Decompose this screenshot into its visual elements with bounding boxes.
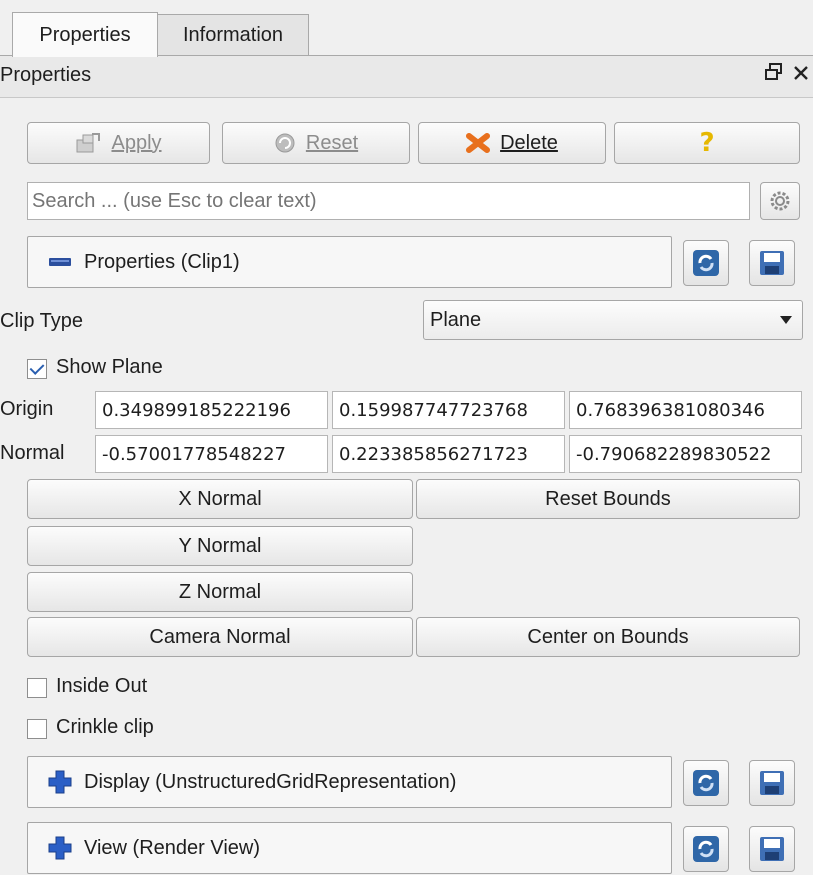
normal-x-field[interactable]: -0.57001778548227	[95, 435, 328, 473]
normal-label: Normal	[0, 442, 65, 464]
origin-label: Origin	[0, 398, 54, 420]
normal-y-field[interactable]: 0.223385856271723	[332, 435, 565, 473]
view-restore-defaults-button[interactable]	[683, 826, 729, 872]
tab-properties[interactable]: Properties	[12, 12, 158, 57]
crinkle-clip-label: Crinkle clip	[56, 716, 154, 738]
dock-title: Properties	[0, 64, 92, 86]
normal-z-field[interactable]: -0.790682289830522	[569, 435, 802, 473]
crinkle-clip-checkbox[interactable]	[27, 719, 47, 739]
inside-out-checkbox[interactable]	[27, 678, 47, 698]
origin-y-field[interactable]: 0.159987747723768	[332, 391, 565, 429]
properties-save-defaults-button[interactable]	[749, 240, 795, 286]
save-icon	[758, 769, 786, 797]
apply-icon	[75, 132, 101, 154]
display-section-title: Display (UnstructuredGridRepresentation)	[84, 770, 457, 793]
delete-icon	[466, 132, 491, 154]
delete-label: Delete	[500, 131, 558, 154]
display-save-defaults-button[interactable]	[749, 760, 795, 806]
display-restore-defaults-button[interactable]	[683, 760, 729, 806]
tab-information[interactable]: Information	[157, 14, 309, 56]
reset-icon	[274, 132, 296, 154]
view-section-header[interactable]: View (Render View)	[27, 822, 672, 874]
help-icon: ?	[699, 128, 715, 158]
reset-label: Reset	[305, 131, 359, 154]
refresh-icon	[691, 768, 721, 798]
expand-plus-icon	[48, 836, 72, 860]
show-plane-checkbox[interactable]	[27, 359, 47, 379]
properties-restore-defaults-button[interactable]	[683, 240, 729, 286]
origin-x-field[interactable]: 0.349899185222196	[95, 391, 328, 429]
gear-icon	[768, 189, 792, 213]
tab-bar: Properties Information	[0, 0, 813, 57]
center-on-bounds-button[interactable]: Center on Bounds	[416, 617, 800, 657]
camera-normal-button[interactable]: Camera Normal	[27, 617, 413, 657]
display-section-header[interactable]: Display (UnstructuredGridRepresentation)	[27, 756, 672, 808]
refresh-icon	[691, 834, 721, 864]
float-icon[interactable]	[765, 62, 783, 88]
refresh-icon	[691, 248, 721, 278]
clip-type-dropdown[interactable]: Plane	[423, 300, 803, 340]
apply-button[interactable]: Apply	[27, 122, 210, 164]
view-section-title: View (Render View)	[84, 836, 261, 859]
z-normal-button[interactable]: Z Normal	[27, 572, 413, 612]
help-button[interactable]: ?	[614, 122, 800, 164]
clip-type-label: Clip Type	[0, 310, 84, 332]
save-icon	[758, 835, 786, 863]
view-save-defaults-button[interactable]	[749, 826, 795, 872]
expand-plus-icon	[48, 770, 72, 794]
x-normal-button[interactable]: X Normal	[27, 479, 413, 519]
reset-button[interactable]: Reset	[222, 122, 410, 164]
delete-button[interactable]: Delete	[418, 122, 606, 164]
search-input[interactable]	[27, 182, 750, 220]
reset-bounds-button[interactable]: Reset Bounds	[416, 479, 800, 519]
clip-type-value: Plane	[430, 308, 482, 331]
collapse-minus-icon	[48, 257, 72, 267]
save-icon	[758, 249, 786, 277]
properties-section-header[interactable]: Properties (Clip1)	[27, 236, 672, 288]
chevron-down-icon	[780, 316, 792, 324]
close-icon[interactable]	[793, 62, 809, 88]
dock-header: Properties	[0, 56, 813, 98]
y-normal-button[interactable]: Y Normal	[27, 526, 413, 566]
origin-z-field[interactable]: 0.768396381080346	[569, 391, 802, 429]
properties-section-title: Properties (Clip1)	[84, 250, 240, 273]
apply-label: Apply	[111, 131, 162, 154]
inside-out-label: Inside Out	[56, 675, 148, 697]
show-plane-label: Show Plane	[56, 356, 163, 378]
advanced-toggle-button[interactable]	[760, 182, 800, 220]
